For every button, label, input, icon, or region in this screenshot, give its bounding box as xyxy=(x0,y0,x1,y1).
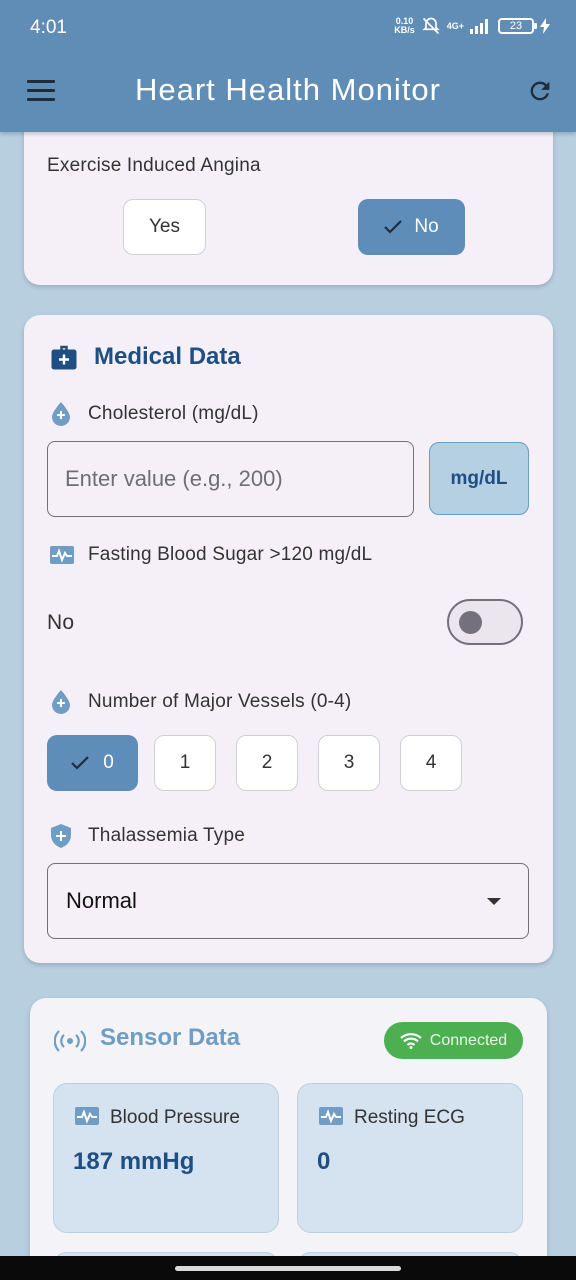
wifi-icon xyxy=(400,1032,422,1049)
vessels-option-2[interactable]: 2 xyxy=(236,735,298,791)
bell-off-icon xyxy=(422,17,440,35)
blood-pressure-value: 187 mmHg xyxy=(73,1148,195,1175)
signal-icon xyxy=(470,19,488,34)
drop-plus-icon xyxy=(52,402,70,426)
angina-no-button[interactable]: No xyxy=(358,199,465,255)
check-icon xyxy=(384,220,403,234)
app-bar: 4:01 0.10 KB/s 4G+ 23 Heart Health Monit… xyxy=(0,0,576,132)
vessels-option-0[interactable]: 0 xyxy=(47,735,138,791)
cholesterol-unit-chip[interactable]: mg/dL xyxy=(429,442,529,515)
monitor-heart-icon xyxy=(75,1107,99,1125)
sensor-data-title: Sensor Data xyxy=(100,1024,241,1051)
medical-data-title: Medical Data xyxy=(94,343,241,370)
thalassemia-selected-value: Normal xyxy=(66,888,137,913)
sensor-data-card: Sensor Data Connected Blood Pressure 187… xyxy=(30,998,547,1280)
status-time: 4:01 xyxy=(30,17,67,38)
exercise-angina-card: Exercise Induced Angina Yes No xyxy=(24,110,553,285)
monitor-heart-icon xyxy=(50,546,74,564)
monitor-heart-icon xyxy=(319,1107,343,1125)
app-title: Heart Health Monitor xyxy=(134,72,441,107)
exercise-angina-label: Exercise Induced Angina xyxy=(47,155,261,176)
shield-plus-icon xyxy=(51,824,71,848)
major-vessels-label: Number of Major Vessels (0-4) xyxy=(88,691,352,712)
medical-data-card: Medical Data Cholesterol (mg/dL) mg/dL F… xyxy=(24,315,553,963)
network-type: 4G+ xyxy=(446,21,464,31)
check-icon xyxy=(71,756,89,770)
system-nav-bar xyxy=(0,1256,576,1280)
thalassemia-select[interactable]: Normal xyxy=(47,863,529,939)
resting-ecg-label: Resting ECG xyxy=(354,1107,465,1128)
refresh-icon[interactable] xyxy=(526,77,554,105)
battery-icon: 23 xyxy=(498,18,537,34)
fasting-sugar-label: Fasting Blood Sugar >120 mg/dL xyxy=(88,544,373,565)
charging-icon xyxy=(540,18,550,34)
network-speed: 0.10 KB/s xyxy=(394,16,415,35)
drop-plus-icon xyxy=(52,690,70,714)
angina-yes-button[interactable]: Yes xyxy=(123,199,206,255)
resting-ecg-tile[interactable]: Resting ECG 0 xyxy=(297,1083,523,1233)
fasting-sugar-toggle[interactable] xyxy=(447,599,523,645)
status-icons: 0.10 KB/s 4G+ 23 xyxy=(394,16,550,36)
fasting-sugar-value: No xyxy=(47,611,75,634)
cholesterol-label: Cholesterol (mg/dL) xyxy=(88,403,259,424)
vessels-option-3[interactable]: 3 xyxy=(318,735,380,791)
vessels-option-4[interactable]: 4 xyxy=(400,735,462,791)
medical-kit-icon xyxy=(51,345,77,370)
sensors-icon xyxy=(54,1030,86,1052)
blood-pressure-label: Blood Pressure xyxy=(110,1107,240,1128)
dropdown-arrow-icon xyxy=(487,898,501,905)
toggle-knob xyxy=(459,611,482,634)
home-gesture-handle[interactable] xyxy=(175,1266,401,1271)
resting-ecg-value: 0 xyxy=(317,1148,331,1175)
thalassemia-label: Thalassemia Type xyxy=(88,825,246,846)
connection-status-badge: Connected xyxy=(384,1022,523,1059)
vessels-option-1[interactable]: 1 xyxy=(154,735,216,791)
blood-pressure-tile[interactable]: Blood Pressure 187 mmHg xyxy=(53,1083,279,1233)
cholesterol-input[interactable] xyxy=(47,441,414,517)
